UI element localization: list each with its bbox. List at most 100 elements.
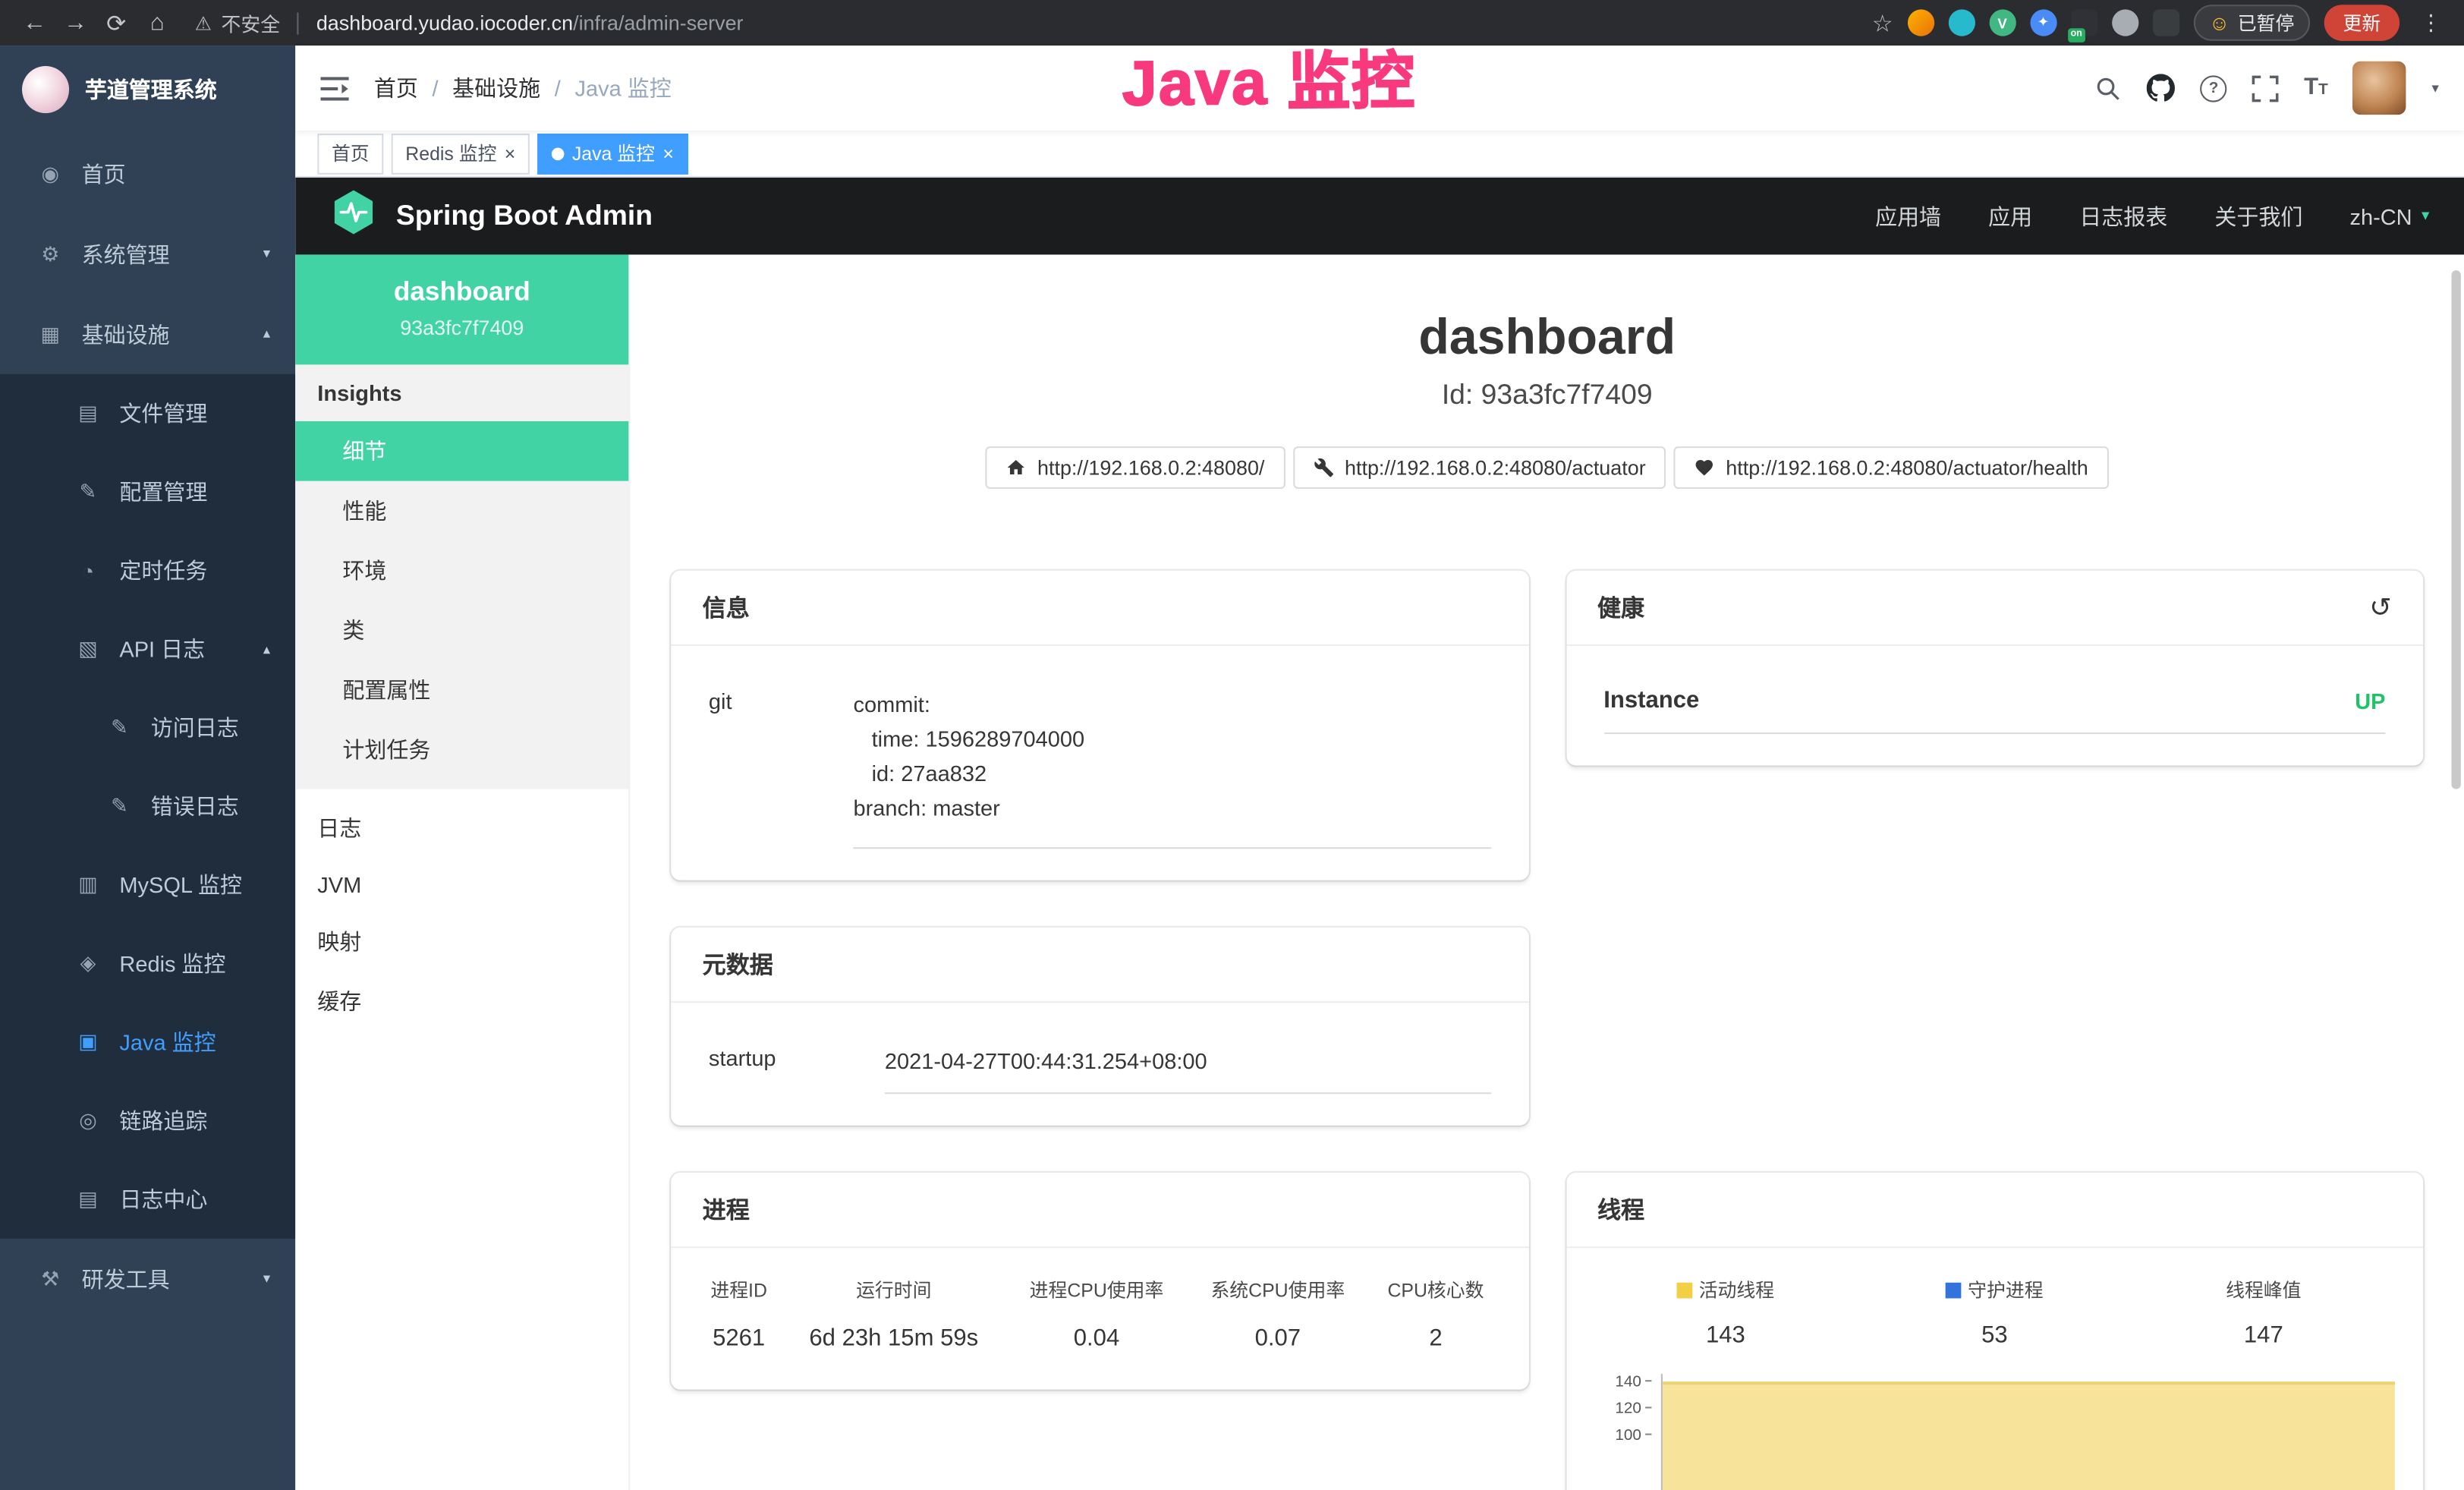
sidebar-item-home[interactable]: ◉ 首页 (0, 134, 295, 214)
url-host: dashboard.yudao.iocoder.cn (316, 11, 573, 34)
breadcrumb-section[interactable]: 基础设施 (452, 72, 540, 103)
tab-java-monitor[interactable]: Java 监控× (537, 133, 688, 174)
insights-label[interactable]: Insights (295, 364, 628, 421)
search-icon[interactable] (2095, 74, 2122, 101)
close-icon[interactable]: × (662, 143, 674, 162)
actuator-url-button[interactable]: http://192.168.0.2:48080/actuator (1293, 446, 1666, 489)
sba-item-config-props[interactable]: 配置属性 (295, 660, 628, 720)
menu-dots-icon[interactable]: ⋮ (2414, 9, 2449, 36)
github-icon[interactable] (2147, 74, 2175, 102)
sidebar-item-infra[interactable]: ▦ 基础设施 ▴ (0, 294, 295, 374)
address-bar[interactable]: ⚠ 不安全 dashboard.yudao.iocoder.cn/infra/a… (195, 8, 744, 37)
instance-links: http://192.168.0.2:48080/ http://192.168… (671, 446, 2423, 489)
update-button[interactable]: 更新 (2324, 5, 2399, 41)
chevron-down-icon: ▾ (263, 1270, 270, 1287)
sba-item-caches[interactable]: 缓存 (295, 972, 628, 1032)
back-icon[interactable]: ← (16, 4, 54, 42)
sba-item-metrics[interactable]: 性能 (295, 481, 628, 541)
instance-header[interactable]: dashboard 93a3fc7f7409 (295, 254, 628, 364)
menu-label: Java 监控 (119, 1026, 216, 1057)
sba-nav-wallboard[interactable]: 应用墙 (1875, 200, 1941, 232)
spring-boot-admin: Spring Boot Admin 应用墙 应用 日志报表 关于我们 zh-CN… (295, 178, 2464, 1490)
sidebar-item-system[interactable]: ⚙ 系统管理 ▾ (0, 214, 295, 295)
sba-item-jvm[interactable]: JVM (295, 858, 628, 912)
threads-chart: 140 120 100 (1591, 1371, 2398, 1490)
history-icon[interactable]: ↺ (2369, 592, 2392, 623)
sba-item-loggers[interactable]: 日志 (295, 799, 628, 858)
column-header: 运行时间 (782, 1267, 1006, 1312)
menu-label: 访问日志 (151, 712, 239, 743)
sba-header: Spring Boot Admin 应用墙 应用 日志报表 关于我们 zh-CN… (295, 178, 2464, 254)
sba-item-details[interactable]: 细节 (295, 421, 628, 481)
active-threads-swatch (1677, 1282, 1693, 1298)
tab-home[interactable]: 首页 (317, 133, 383, 174)
hamburger-icon[interactable] (320, 76, 348, 99)
tab-redis-monitor[interactable]: Redis 监控× (392, 133, 530, 174)
instance-id: 93a3fc7f7409 (311, 316, 613, 339)
health-instance-label: Instance (1603, 687, 1699, 713)
health-url-button[interactable]: http://192.168.0.2:48080/actuator/health (1674, 446, 2109, 489)
sba-nav-applications[interactable]: 应用 (1988, 200, 2032, 232)
metadata-row: startup 2021-04-27T00:44:31.254+08:00 (709, 1044, 1490, 1094)
sba-brand: Spring Boot Admin (396, 200, 653, 232)
home-icon[interactable]: ⌂ (138, 4, 176, 42)
sidebar-item-devtools[interactable]: ⚒ 研发工具 ▾ (0, 1239, 295, 1319)
axis-tick: 100 (1615, 1427, 1641, 1444)
sba-item-scheduled-tasks[interactable]: 计划任务 (295, 720, 628, 780)
extension-icon-puzzle[interactable] (2152, 9, 2179, 36)
sidebar-item-error-log[interactable]: ✎ 错误日志 (0, 767, 295, 846)
extension-icon-vue[interactable]: V (1989, 9, 2016, 36)
avatar[interactable] (2353, 61, 2406, 115)
scrollbar[interactable] (2451, 270, 2460, 789)
status-badge: UP (2355, 688, 2385, 713)
mysql-icon: ▥ (75, 872, 100, 897)
close-icon[interactable]: × (505, 143, 516, 162)
sba-nav-about[interactable]: 关于我们 (2214, 200, 2302, 232)
infra-submenu: ▤ 文件管理 ✎ 配置管理 ◔ 定时任务 ▧ API 日志 ▴ (0, 374, 295, 1239)
info-value: commit: time: 1596289704000 id: 27aa832 … (853, 687, 1490, 849)
chevron-down-icon[interactable]: ▾ (2431, 80, 2438, 97)
axis-tick: 140 (1615, 1374, 1641, 1391)
sidebar-item-file[interactable]: ▤ 文件管理 (0, 374, 295, 453)
daemon-threads-value: 53 (1860, 1312, 2129, 1358)
sba-content: dashboard Id: 93a3fc7f7409 http://192.16… (630, 254, 2464, 1490)
fullscreen-icon[interactable] (2252, 74, 2279, 101)
extension-icon-pin[interactable] (1948, 9, 1975, 36)
forward-icon[interactable]: → (57, 4, 95, 42)
sidebar-item-access-log[interactable]: ✎ 访问日志 (0, 688, 295, 767)
sidebar-item-api-log[interactable]: ▧ API 日志 ▴ (0, 610, 295, 688)
locale-select[interactable]: zh-CN▾ (2349, 203, 2429, 228)
health-row[interactable]: Instance UP (1603, 687, 2385, 734)
extension-icon-proxy[interactable] (2071, 9, 2097, 36)
help-icon[interactable]: ? (2201, 74, 2227, 101)
sidebar-item-redis[interactable]: ◈ Redis 监控 (0, 925, 295, 1003)
divider (297, 12, 299, 34)
card-title: 进程 (703, 1193, 750, 1226)
extension-icon-grid[interactable]: ✦ (2030, 9, 2056, 36)
bookmark-star-icon[interactable]: ☆ (1872, 8, 1893, 36)
sba-item-mappings[interactable]: 映射 (295, 912, 628, 972)
instance-title: dashboard (671, 308, 2423, 367)
sba-item-environment[interactable]: 环境 (295, 540, 628, 600)
sba-nav-journal[interactable]: 日志报表 (2079, 200, 2167, 232)
sba-item-classes[interactable]: 类 (295, 600, 628, 660)
menu-label: 系统管理 (82, 238, 170, 269)
paused-badge[interactable]: ☺已暂停 (2193, 5, 2310, 41)
peak-threads-value: 147 (2129, 1312, 2398, 1358)
sidebar-item-mysql[interactable]: ▥ MySQL 监控 (0, 846, 295, 925)
sidebar-item-config[interactable]: ✎ 配置管理 (0, 452, 295, 531)
font-size-icon[interactable]: TT (2304, 74, 2328, 102)
sidebar-item-log-center[interactable]: ▤ 日志中心 (0, 1160, 295, 1239)
breadcrumb-home[interactable]: 首页 (374, 72, 418, 103)
sidebar-item-cron[interactable]: ◔ 定时任务 (0, 531, 295, 610)
extension-icon-feather[interactable] (2112, 9, 2138, 36)
menu-label: API 日志 (119, 634, 205, 665)
sidebar-item-java-monitor[interactable]: ▣ Java 监控 (0, 1003, 295, 1082)
reload-icon[interactable]: ⟳ (97, 4, 135, 42)
sidebar-item-trace[interactable]: ◎ 链路追踪 (0, 1082, 295, 1161)
navbar-actions: ? TT ▾ (2095, 61, 2439, 115)
base-url-button[interactable]: http://192.168.0.2:48080/ (986, 446, 1285, 489)
extension-icon-fox[interactable] (1907, 9, 1934, 36)
chevron-up-icon: ▴ (263, 641, 270, 658)
card-title: 健康 (1597, 591, 1644, 624)
